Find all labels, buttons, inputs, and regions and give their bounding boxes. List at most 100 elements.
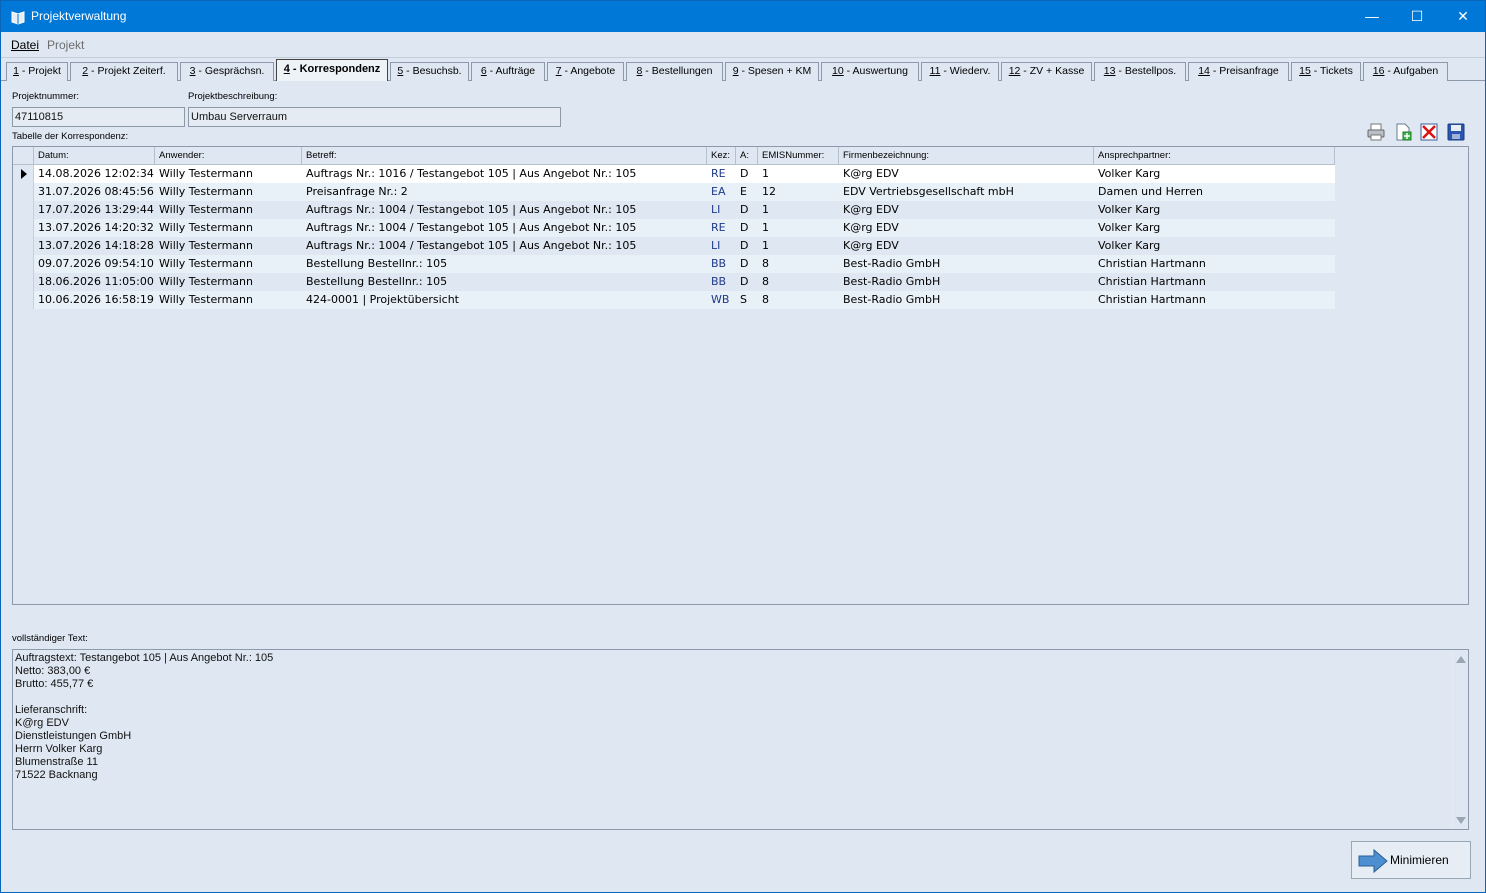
tab-auswertung[interactable]: 10 - Auswertung (821, 62, 919, 81)
delete-icon[interactable] (1419, 122, 1439, 142)
scroll-up-icon[interactable] (1456, 656, 1466, 663)
tab-aufgaben[interactable]: 16 - Aufgaben (1363, 62, 1448, 81)
save-icon[interactable] (1446, 122, 1466, 142)
cell-emisnummer: 8 (762, 275, 769, 288)
cell-anwender: Willy Testermann (159, 185, 253, 198)
tab-projekt[interactable]: 1 - Projekt (6, 62, 68, 81)
fulltext-line: Lieferanschrift: (15, 704, 88, 716)
table-row[interactable]: 09.07.2026 09:54:10 Willy Testermann Beste… (13, 255, 1335, 273)
tab-gespraechsn[interactable]: 3 - Gesprächsn. (180, 62, 274, 81)
tab-angebote[interactable]: 7 - Angebote (547, 62, 624, 81)
cell-emisnummer: 1 (762, 221, 769, 234)
tab-zv-kasse[interactable]: 12 - ZV + Kasse (1001, 62, 1092, 81)
row-selector[interactable] (13, 165, 34, 183)
textarea-scrollbar[interactable] (1452, 650, 1468, 829)
window-title: Projektverwaltung (31, 9, 127, 23)
table-row[interactable]: 10.06.2026 16:58:19 Willy Testermann 424-0… (13, 291, 1335, 309)
app-icon (11, 11, 25, 25)
menu-datei[interactable]: Datei (11, 38, 39, 52)
tab-wiederv[interactable]: 11 - Wiederv. (921, 62, 999, 81)
tab-preisanfrage[interactable]: 14 - Preisanfrage (1188, 62, 1289, 81)
header-anwender[interactable]: Anwender: (155, 147, 302, 165)
cell-betreff: Auftrags Nr.: 1004 / Testangebot 105 | A… (306, 221, 637, 234)
table-row[interactable]: 13.07.2026 14:20:32 Willy Testermann Auftr… (13, 219, 1335, 237)
cell-ansprechpartner: Volker Karg (1098, 167, 1161, 180)
fulltext-line (15, 691, 273, 704)
projektbeschreibung-field[interactable]: Umbau Serverraum (188, 107, 561, 127)
cell-anwender: Willy Testermann (159, 275, 253, 288)
fulltext-line: Herrn Volker Karg (15, 743, 103, 755)
cell-kez: BB (711, 257, 727, 270)
row-selector[interactable] (13, 237, 34, 255)
table-row[interactable]: 17.07.2026 13:29:44 Willy Testermann Auftr… (13, 201, 1335, 219)
cell-kez: WB (711, 293, 730, 306)
cell-a: E (740, 185, 747, 198)
cell-a: D (740, 275, 749, 288)
row-selector[interactable] (13, 219, 34, 237)
print-icon[interactable] (1366, 122, 1386, 142)
header-a[interactable]: A: (736, 147, 758, 165)
cell-firmenbezeichnung: Best-Radio GmbH (843, 257, 941, 270)
menu-projekt[interactable]: Projekt (47, 38, 84, 52)
cell-a: S (740, 293, 747, 306)
fulltext-label: vollständiger Text: (12, 633, 88, 644)
cell-emisnummer: 1 (762, 203, 769, 216)
tab-tickets[interactable]: 15 - Tickets (1291, 62, 1361, 81)
minimieren-button[interactable]: Minimieren (1351, 841, 1471, 879)
maximize-window-button[interactable]: ☐ (1394, 1, 1440, 32)
cell-betreff: 424-0001 | Projektübersicht (306, 293, 459, 306)
cell-firmenbezeichnung: K@rg EDV (843, 167, 899, 180)
fulltext-line: Brutto: 455,77 € (15, 678, 94, 690)
tab-bestellungen[interactable]: 8 - Bestellungen (626, 62, 723, 81)
cell-emisnummer: 1 (762, 167, 769, 180)
table-row[interactable]: 31.07.2026 08:45:56 Willy Testermann Preis… (13, 183, 1335, 201)
cell-datum: 10.06.2026 16:58:19 (38, 293, 154, 306)
fulltext-line: Dienstleistungen GmbH (15, 730, 132, 742)
tab-strip: 1 - Projekt 2 - Projekt Zeiterf. 3 - Ges… (1, 59, 1485, 81)
cell-anwender: Willy Testermann (159, 203, 253, 216)
cell-ansprechpartner: Volker Karg (1098, 203, 1161, 216)
projektbeschreibung-label: Projektbeschreibung: (188, 91, 278, 102)
row-selector[interactable] (13, 183, 34, 201)
tab-projekt-zeiterf[interactable]: 2 - Projekt Zeiterf. (70, 62, 178, 81)
close-window-button[interactable]: ✕ (1440, 1, 1486, 32)
menu-bar: Datei Projekt (1, 32, 1485, 58)
cell-betreff: Auftrags Nr.: 1004 / Testangebot 105 | A… (306, 203, 637, 216)
tab-auftraege[interactable]: 6 - Aufträge (471, 62, 545, 81)
row-selector[interactable] (13, 255, 34, 273)
header-kez[interactable]: Kez: (707, 147, 736, 165)
header-firmenbezeichnung[interactable]: Firmenbezeichnung: (839, 147, 1094, 165)
cell-ansprechpartner: Christian Hartmann (1098, 257, 1206, 270)
tab-bestellpos[interactable]: 13 - Bestellpos. (1094, 62, 1186, 81)
cell-datum: 14.08.2026 12:02:34 (38, 167, 154, 180)
tab-besuchsb[interactable]: 5 - Besuchsb. (390, 62, 469, 81)
row-selector[interactable] (13, 201, 34, 219)
header-datum[interactable]: Datum: (34, 147, 155, 165)
projektnummer-field[interactable]: 47110815 (12, 107, 185, 127)
fulltext-line: 71522 Backnang (15, 769, 98, 781)
row-selector[interactable] (13, 291, 34, 309)
cell-anwender: Willy Testermann (159, 167, 253, 180)
new-document-icon[interactable] (1393, 122, 1413, 142)
fulltext-line: Netto: 383,00 € (15, 665, 91, 677)
table-row[interactable]: 18.06.2026 11:05:00 Willy Testermann Beste… (13, 273, 1335, 291)
fulltext-textarea[interactable]: Auftragstext: Testangebot 105 | Aus Ange… (12, 649, 1469, 830)
header-row-selector (13, 147, 34, 165)
row-selector[interactable] (13, 273, 34, 291)
tab-korrespondenz[interactable]: 4 - Korrespondenz (276, 59, 388, 81)
fulltext-line: Blumenstraße 11 (15, 756, 98, 768)
arrow-right-icon (1358, 848, 1388, 874)
table-row[interactable]: 13.07.2026 14:18:28 Willy Testermann Auftr… (13, 237, 1335, 255)
cell-ansprechpartner: Christian Hartmann (1098, 293, 1206, 306)
header-emisnummer[interactable]: EMISNummer: (758, 147, 839, 165)
cell-kez: RE (711, 221, 726, 234)
minimize-window-button[interactable]: — (1349, 1, 1395, 32)
cell-betreff: Auftrags Nr.: 1016 / Testangebot 105 | A… (306, 167, 637, 180)
main-window: Projektverwaltung — ☐ ✕ Datei Projekt 1 … (0, 0, 1486, 893)
korrespondenz-table: Datum: Anwender: Betreff: Kez: A: EMISNu… (12, 146, 1469, 605)
scroll-down-icon[interactable] (1456, 817, 1466, 824)
header-ansprechpartner[interactable]: Ansprechpartner: (1094, 147, 1335, 165)
table-row[interactable]: 14.08.2026 12:02:34 Willy Testermann Auftr… (13, 165, 1335, 183)
header-betreff[interactable]: Betreff: (302, 147, 707, 165)
tab-spesen-km[interactable]: 9 - Spesen + KM (725, 62, 819, 81)
